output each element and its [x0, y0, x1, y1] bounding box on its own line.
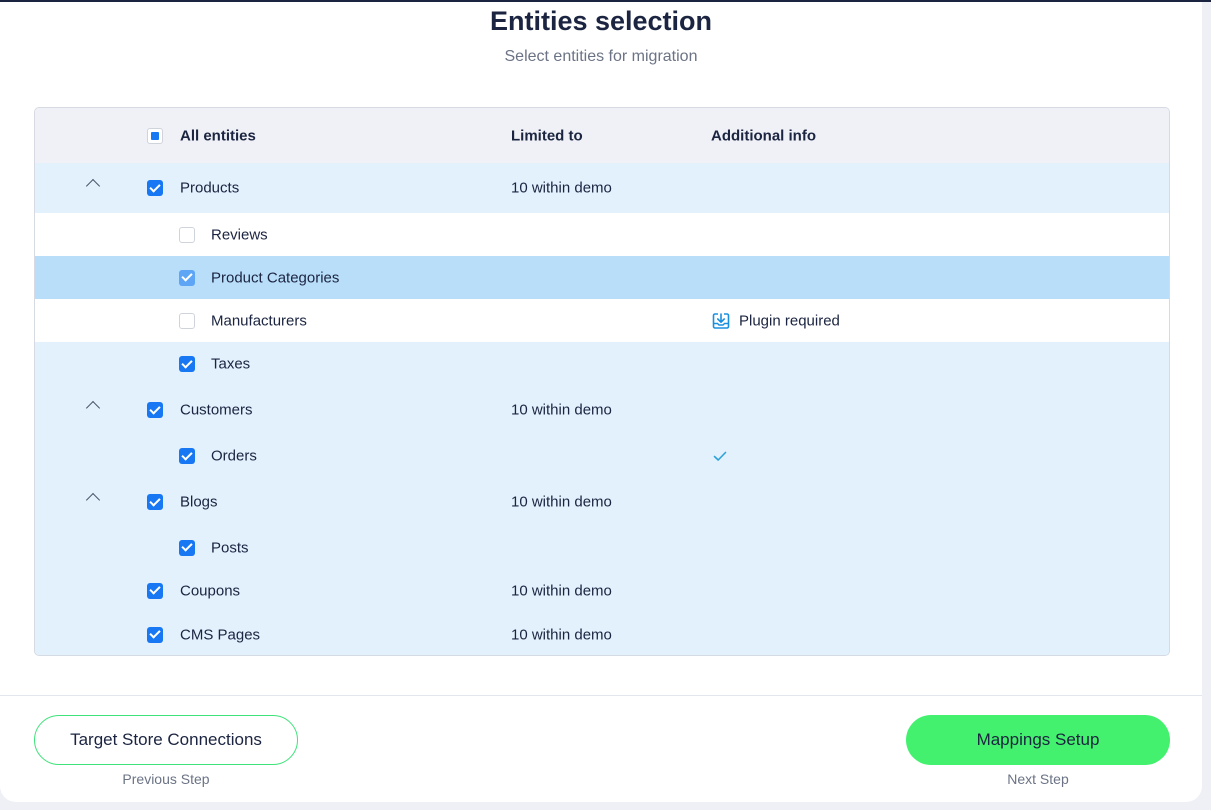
reviews-checkbox[interactable]	[179, 226, 195, 243]
row-label-product-categories: Product Categories	[211, 269, 340, 286]
row-label-products: Products	[180, 179, 240, 197]
footer-divider	[0, 695, 1202, 696]
orders-checkbox[interactable]	[179, 448, 195, 464]
entities-table: All entities Limited to Additional info …	[34, 107, 1170, 656]
row-limited-coupons: 10 within demo	[511, 582, 612, 599]
cms-pages-checkbox[interactable]	[147, 626, 163, 643]
table-row-customers: Customers 10 within demo	[35, 386, 1169, 434]
limited-to-header: Limited to	[511, 127, 583, 144]
previous-step-button[interactable]: Target Store Connections	[34, 715, 298, 765]
row-limited-customers: 10 within demo	[511, 401, 612, 419]
table-row-manufacturers: Manufacturers Plugin required	[35, 299, 1169, 342]
previous-step-caption: Previous Step	[122, 771, 210, 787]
table-row-posts: Posts	[35, 526, 1169, 569]
row-label-orders: Orders	[211, 447, 257, 465]
next-step-button[interactable]: Mappings Setup	[906, 715, 1170, 765]
table-header: All entities Limited to Additional info	[35, 108, 1169, 163]
coupons-checkbox[interactable]	[147, 582, 163, 599]
row-label-manufacturers: Manufacturers	[211, 312, 307, 329]
all-entities-header: All entities	[180, 127, 256, 144]
table-row-taxes: Taxes	[35, 342, 1169, 386]
row-label-cms-pages: CMS Pages	[180, 626, 261, 643]
table-row-products: Products 10 within demo	[35, 163, 1169, 213]
table-row-coupons: Coupons 10 within demo	[35, 569, 1169, 612]
table-row-blogs: Blogs 10 within demo	[35, 478, 1169, 526]
row-label-reviews: Reviews	[211, 226, 268, 243]
manufacturers-checkbox[interactable]	[179, 312, 195, 329]
row-label-posts: Posts	[211, 539, 249, 556]
table-row-cms-pages: CMS Pages 10 within demo	[35, 612, 1169, 655]
check-icon	[713, 451, 727, 461]
next-step-caption: Next Step	[1007, 771, 1069, 787]
row-label-taxes: Taxes	[211, 355, 251, 373]
all-entities-checkbox[interactable]	[147, 127, 163, 144]
row-limited-products: 10 within demo	[511, 179, 612, 197]
customers-checkbox[interactable]	[147, 402, 163, 418]
taxes-checkbox[interactable]	[179, 356, 195, 372]
additional-info-header: Additional info	[711, 127, 816, 144]
page-subtitle: Select entities for migration	[504, 48, 698, 65]
row-info-manufacturers: Plugin required	[739, 312, 840, 329]
page-title: Entities selection	[489, 6, 713, 36]
row-label-customers: Customers	[180, 401, 253, 419]
table-row-product-categories: Product Categories	[35, 256, 1169, 299]
blogs-checkbox[interactable]	[147, 494, 163, 510]
posts-checkbox[interactable]	[179, 539, 195, 556]
table-row-orders: Orders	[35, 434, 1169, 478]
chevron-up-icon[interactable]	[85, 178, 101, 194]
row-limited-cms-pages: 10 within demo	[511, 626, 612, 643]
chevron-up-icon[interactable]	[85, 400, 101, 416]
chevron-up-icon[interactable]	[85, 492, 101, 508]
main-card: Entities selection Select entities for m…	[0, 2, 1202, 802]
row-label-coupons: Coupons	[180, 582, 241, 599]
row-label-blogs: Blogs	[180, 493, 218, 511]
product-categories-checkbox[interactable]	[179, 269, 195, 286]
products-checkbox[interactable]	[147, 180, 163, 196]
download-plugin-icon	[712, 312, 730, 329]
row-limited-blogs: 10 within demo	[511, 493, 612, 511]
table-row-reviews: Reviews	[35, 213, 1169, 256]
